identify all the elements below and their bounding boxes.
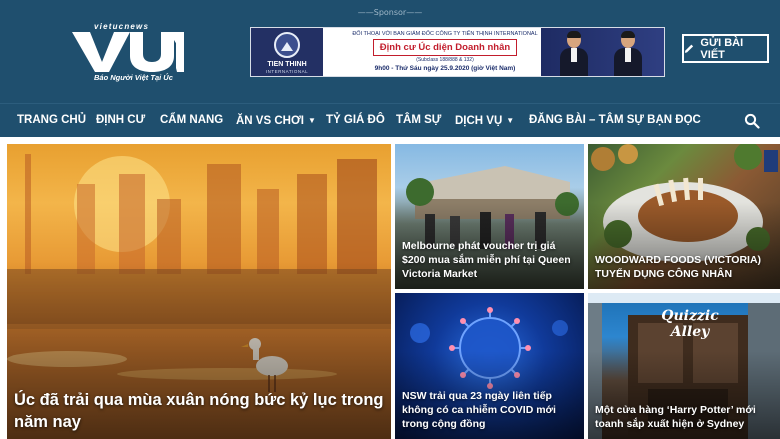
- nav-item-label: CẨM NANG: [160, 114, 224, 126]
- nav-item-label: TRANG CHỦ: [17, 114, 86, 126]
- nav-item-dich-vu[interactable]: DỊCH VỤ ▼: [455, 104, 514, 138]
- speaker-two-image: [613, 31, 643, 76]
- site-header: ——Sponsor—— vietucnews Báo Người Việt Tạ…: [0, 0, 780, 103]
- store-sign: Quizzic Alley: [661, 308, 719, 340]
- search-icon[interactable]: [744, 113, 760, 129]
- pencil-icon: [684, 44, 694, 53]
- article-card-woodward-foods[interactable]: WOODWARD FOODS (VICTORIA) TUYỂN DỤNG CÔN…: [588, 144, 780, 289]
- nav-item-label: ĐỊNH CƯ: [96, 114, 146, 126]
- brand-name: TIEN THINH: [267, 61, 307, 68]
- nav-item-label: TÂM SỰ: [396, 114, 442, 126]
- submit-button-label: GỬI BÀI VIẾT: [700, 36, 744, 61]
- nav-item-label: ĂN VS CHƠI: [236, 115, 304, 127]
- article-card-nsw-covid[interactable]: NSW trải qua 23 ngày liên tiếp không có …: [395, 293, 584, 439]
- article-card-melbourne-voucher[interactable]: Melbourne phát voucher trị giá $200 mua …: [395, 144, 584, 289]
- speaker-one-image: [559, 31, 589, 76]
- main-nav: TRANG CHỦ ĐỊNH CƯ CẨM NANG ĂN VS CHƠI ▼ T…: [0, 103, 780, 137]
- banner-headline-big: Định cư Úc diện Doanh nhân: [372, 39, 518, 56]
- article-title[interactable]: WOODWARD FOODS (VICTORIA) TUYỂN DỤNG CÔN…: [595, 253, 773, 281]
- site-logo[interactable]: vietucnews Báo Người Việt Tại Úc: [72, 22, 184, 84]
- banner-speakers-photo: [541, 28, 664, 76]
- sponsor-label: ——Sponsor——: [357, 8, 423, 17]
- logo-slogan: Báo Người Việt Tại Úc: [94, 73, 173, 82]
- article-title[interactable]: Melbourne phát voucher trị giá $200 mua …: [402, 239, 577, 281]
- nav-item-label: DỊCH VỤ: [455, 115, 503, 127]
- chevron-down-icon: ▼: [506, 116, 515, 125]
- article-card-harry-potter-store[interactable]: Quizzic Alley Một cửa hàng ‘Harry Potter…: [588, 293, 780, 439]
- sponsor-banner[interactable]: TIEN THINH INTERNATIONAL ĐỐI THOẠI VỚI B…: [250, 27, 665, 77]
- tien-thinh-emblem: TIEN THINH INTERNATIONAL: [251, 28, 323, 76]
- nav-item-label: TỶ GIÁ ĐÔ: [326, 114, 385, 126]
- banner-subclass: (Subclass 188/888 & 132): [416, 57, 474, 63]
- banner-date: 9h00 - Thứ Sáu ngày 25.9.2020 (giờ Việt …: [374, 65, 516, 72]
- featured-article-card[interactable]: Úc đã trải qua mùa xuân nóng bức kỷ lục …: [7, 144, 391, 439]
- nav-item-dinh-cu[interactable]: ĐỊNH CƯ: [96, 104, 145, 138]
- nav-item-label: ĐĂNG BÀI – TÂM SỰ BẠN ĐỌC: [529, 114, 701, 126]
- nav-item-tam-su[interactable]: TÂM SỰ: [396, 104, 441, 138]
- banner-text: ĐỐI THOẠI VỚI BAN GIÁM ĐỐC CÔNG TY TIẾN …: [329, 31, 561, 72]
- banner-headline-small: ĐỐI THOẠI VỚI BAN GIÁM ĐỐC CÔNG TY TIẾN …: [352, 31, 538, 37]
- logo-wordmark-icon: [72, 32, 184, 72]
- submit-article-button[interactable]: GỬI BÀI VIẾT: [682, 34, 769, 63]
- nav-item-dang-bai[interactable]: ĐĂNG BÀI – TÂM SỰ BẠN ĐỌC: [529, 104, 701, 138]
- article-title[interactable]: NSW trải qua 23 ngày liên tiếp không có …: [402, 389, 577, 431]
- chevron-down-icon: ▼: [307, 116, 316, 125]
- nav-item-ty-gia-do[interactable]: TỶ GIÁ ĐÔ: [326, 104, 385, 138]
- mountain-logo-icon: [274, 32, 300, 58]
- article-title[interactable]: Một cửa hàng ‘Harry Potter’ mới toanh sắ…: [595, 403, 773, 431]
- nav-item-an-vs-choi[interactable]: ĂN VS CHƠI ▼: [236, 104, 316, 138]
- brand-sub: INTERNATIONAL: [265, 69, 309, 74]
- nav-item-cam-nang[interactable]: CẨM NANG: [160, 104, 223, 138]
- article-title[interactable]: Úc đã trải qua mùa xuân nóng bức kỷ lục …: [14, 389, 384, 433]
- nav-item-home[interactable]: TRANG CHỦ: [17, 104, 86, 138]
